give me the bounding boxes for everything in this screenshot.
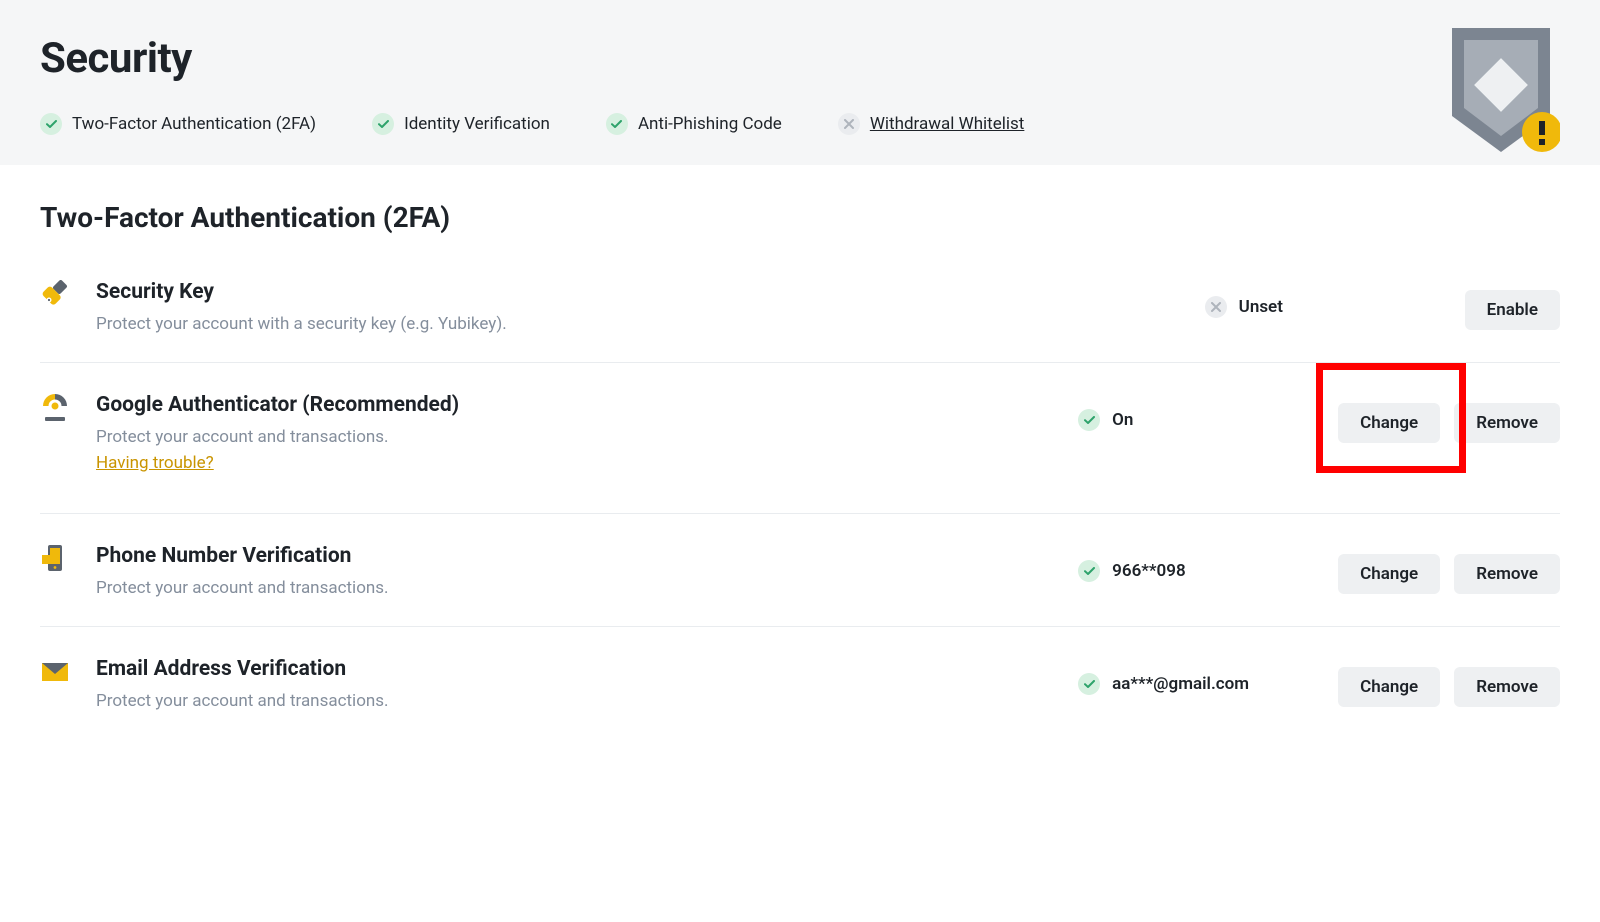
item-status: 966**098 — [1078, 544, 1338, 582]
check-icon — [1078, 560, 1100, 582]
item-desc: Protect your account and transactions. — [96, 691, 1078, 711]
status-anti-phishing: Anti-Phishing Code — [606, 113, 782, 135]
status-text: 966**098 — [1112, 561, 1186, 581]
item-status: On — [1078, 393, 1338, 431]
x-icon — [1205, 296, 1227, 318]
status-label: Anti-Phishing Code — [638, 114, 782, 134]
status-label: Two-Factor Authentication (2FA) — [72, 114, 316, 134]
x-icon — [838, 113, 860, 135]
status-label: Withdrawal Whitelist — [870, 114, 1025, 134]
security-header: Security Two-Factor Authentication (2FA)… — [0, 0, 1600, 165]
check-icon — [1078, 673, 1100, 695]
item-phone-verification: Phone Number Verification Protect your a… — [40, 514, 1560, 627]
page-title: Security — [40, 34, 1560, 83]
status-label: Identity Verification — [404, 114, 550, 134]
authenticator-icon — [40, 393, 70, 423]
status-2fa: Two-Factor Authentication (2FA) — [40, 113, 316, 135]
item-google-authenticator: Google Authenticator (Recommended) Prote… — [40, 363, 1560, 514]
status-text: On — [1112, 410, 1133, 430]
item-title: Security Key — [96, 280, 1205, 304]
section-title-2fa: Two-Factor Authentication (2FA) — [40, 201, 1560, 234]
change-button[interactable]: Change — [1338, 554, 1440, 594]
status-text: Unset — [1239, 297, 1283, 317]
check-icon — [40, 113, 62, 135]
check-icon — [1078, 409, 1100, 431]
item-status: Unset — [1205, 280, 1465, 318]
item-desc: Protect your account and transactions. — [96, 427, 1078, 447]
check-icon — [606, 113, 628, 135]
status-withdrawal-whitelist[interactable]: Withdrawal Whitelist — [838, 113, 1025, 135]
item-desc: Protect your account with a security key… — [96, 314, 1205, 334]
item-desc: Protect your account and transactions. — [96, 578, 1078, 598]
enable-button[interactable]: Enable — [1465, 290, 1560, 330]
change-button[interactable]: Change — [1338, 403, 1440, 443]
security-shield-icon — [1442, 22, 1560, 166]
item-title: Google Authenticator (Recommended) — [96, 393, 1078, 417]
phone-icon — [40, 544, 70, 574]
remove-button[interactable]: Remove — [1454, 403, 1560, 443]
email-icon — [40, 657, 70, 687]
item-security-key: Security Key Protect your account with a… — [40, 270, 1560, 363]
security-key-icon — [40, 280, 70, 310]
check-icon — [372, 113, 394, 135]
having-trouble-link[interactable]: Having trouble? — [96, 453, 214, 473]
item-title: Phone Number Verification — [96, 544, 1078, 568]
remove-button[interactable]: Remove — [1454, 667, 1560, 707]
remove-button[interactable]: Remove — [1454, 554, 1560, 594]
change-button[interactable]: Change — [1338, 667, 1440, 707]
security-status-row: Two-Factor Authentication (2FA) Identity… — [40, 113, 1560, 135]
item-status: aa***@gmail.com — [1078, 657, 1338, 695]
item-title: Email Address Verification — [96, 657, 1078, 681]
security-content: Two-Factor Authentication (2FA) Security… — [0, 165, 1600, 739]
status-text: aa***@gmail.com — [1112, 674, 1249, 694]
item-email-verification: Email Address Verification Protect your … — [40, 627, 1560, 739]
status-identity: Identity Verification — [372, 113, 550, 135]
